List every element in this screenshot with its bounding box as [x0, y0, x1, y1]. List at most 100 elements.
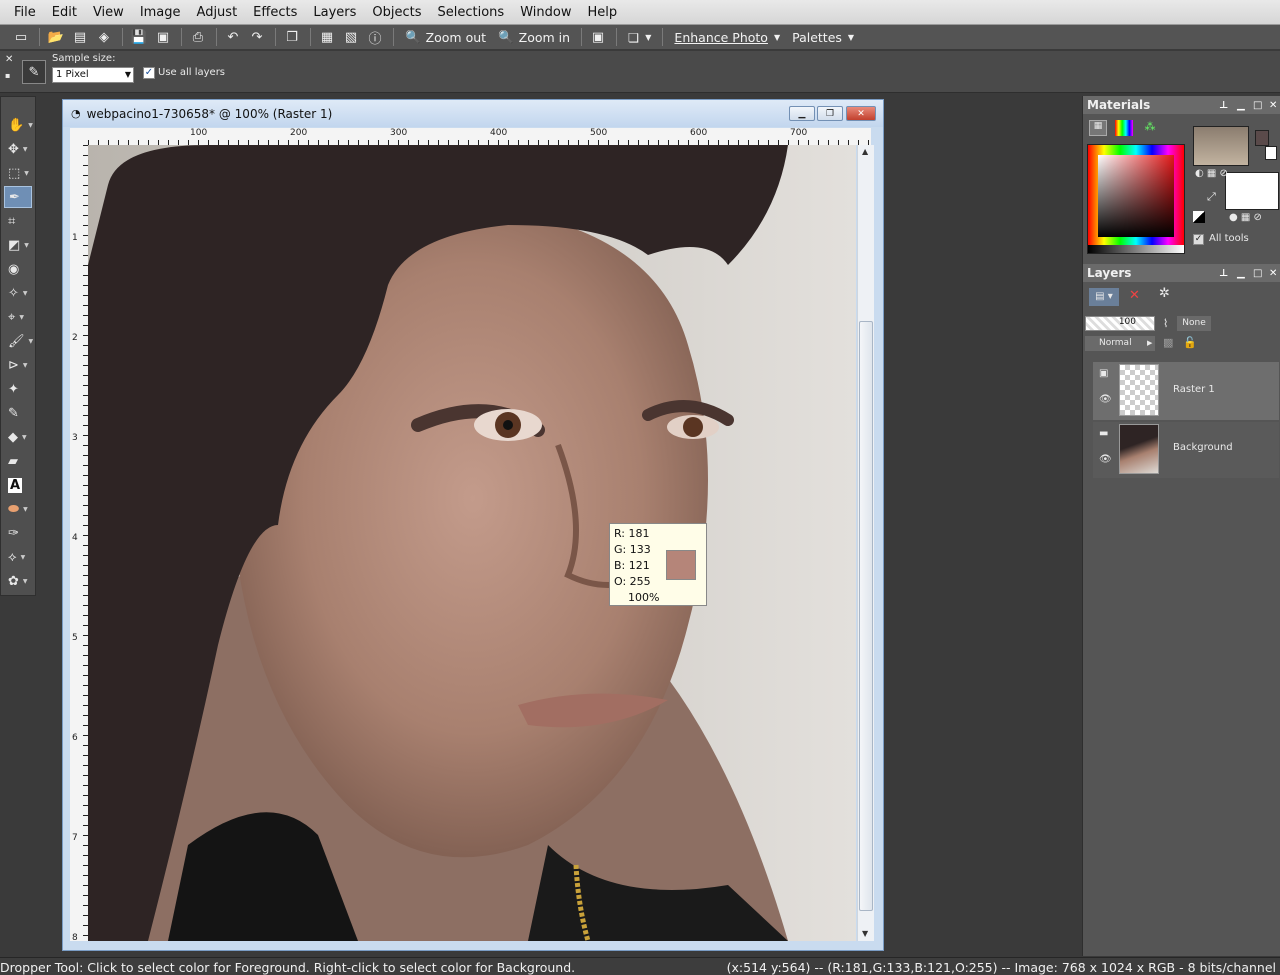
opacity-field[interactable]: 100	[1085, 316, 1155, 331]
scroll-down-icon[interactable]: ▼	[862, 929, 868, 938]
sample-size-select[interactable]: 1 Pixel ▼	[52, 67, 134, 83]
palettes-menu[interactable]: Palettes ▼	[786, 27, 860, 47]
makeover-tool[interactable]: ✧ ▼	[4, 282, 32, 304]
warp-tool[interactable]: ⟡ ▼	[4, 546, 32, 568]
dodge-tool[interactable]: ⊳ ▼	[4, 354, 32, 376]
bg-style-icon[interactable]: ● ▦ ⊘	[1229, 212, 1262, 223]
minimize-icon[interactable]: ▁	[1237, 100, 1245, 111]
menu-view[interactable]: View	[85, 5, 132, 20]
fg-style-icon[interactable]: ◐ ▦ ⊘	[1195, 168, 1228, 179]
menu-effects[interactable]: Effects	[245, 5, 305, 20]
pan-tool[interactable]: ✋ ▼	[4, 114, 33, 136]
menu-objects[interactable]: Objects	[364, 5, 429, 20]
fill-tool[interactable]: ◆ ▼	[4, 426, 32, 448]
image-canvas[interactable]: R: 181 G: 133 B: 121 O: 255 100%	[88, 145, 856, 941]
close-icon[interactable]: ✕	[1269, 100, 1277, 111]
all-tools-checkbox[interactable]: ✓	[1193, 234, 1204, 245]
mask-mode-select[interactable]: None	[1177, 316, 1211, 331]
menu-adjust[interactable]: Adjust	[189, 5, 246, 20]
menu-selections[interactable]: Selections	[430, 5, 513, 20]
restore-button[interactable]: ❐	[817, 106, 843, 121]
color-replacer-tool[interactable]: ✎	[4, 402, 32, 424]
selection-tool[interactable]: ⬚ ▼	[4, 162, 32, 184]
pin-icon[interactable]: ⊥	[1219, 268, 1228, 279]
menu-edit[interactable]: Edit	[44, 5, 85, 20]
redo-icon[interactable]: ↷	[246, 27, 268, 47]
picture-tube-tool[interactable]: ✿ ▼	[4, 570, 32, 592]
menu-image[interactable]: Image	[132, 5, 189, 20]
screen-capture-icon[interactable]: ▣	[587, 27, 609, 47]
use-all-layers-checkbox[interactable]: ✓	[143, 67, 155, 79]
undo-icon[interactable]: ↶	[222, 27, 244, 47]
layer-row[interactable]: ▣ 👁 Raster 1	[1093, 362, 1279, 420]
swap-colors-icon[interactable]: ⤢	[1207, 190, 1216, 204]
paint-brush-tool[interactable]: 🖌 ▼	[4, 330, 33, 352]
maximize-icon[interactable]: □	[1253, 100, 1262, 111]
options-pin-icon[interactable]: ▪	[5, 71, 10, 80]
pin-icon[interactable]: ⊥	[1219, 100, 1228, 111]
dropper-preset-icon[interactable]: ✎	[22, 60, 46, 84]
foreground-small-swatch[interactable]	[1255, 130, 1269, 146]
crop-tool[interactable]: ⌗	[4, 210, 32, 232]
menu-layers[interactable]: Layers	[305, 5, 364, 20]
menu-file[interactable]: File	[6, 5, 44, 20]
blend-mode-select[interactable]: Normal ▶	[1085, 336, 1155, 351]
minimize-icon[interactable]: ▁	[1237, 268, 1245, 279]
materials-tab-frame[interactable]: ▦	[1089, 120, 1107, 136]
dropper-tool[interactable]: ✒	[4, 186, 32, 208]
vertical-scrollbar[interactable]: ▲ ▼	[857, 145, 874, 941]
move-tool[interactable]: ✥ ▼	[4, 138, 32, 160]
save-as-icon[interactable]: ▣	[152, 27, 174, 47]
enhance-photo-menu[interactable]: Enhance Photo ▼	[668, 27, 786, 47]
shape-tool[interactable]: ⬬ ▼	[4, 498, 32, 520]
materials-titlebar[interactable]: Materials ⊥ ▁ □ ✕	[1083, 96, 1280, 114]
zoom-in-button[interactable]: 🔍 Zoom in	[492, 27, 576, 47]
maximize-icon[interactable]: □	[1253, 268, 1262, 279]
mask-brush-icon[interactable]: ⌇	[1163, 317, 1168, 330]
scroll-up-icon[interactable]: ▲	[862, 147, 868, 156]
new-layer-icon[interactable]: ▤ ▾	[1089, 288, 1119, 306]
options-close-icon[interactable]: ✕	[5, 54, 13, 65]
photo-icon[interactable]: ▦	[316, 27, 338, 47]
layer-row[interactable]: ▬ 👁 Background	[1093, 422, 1279, 478]
straighten-tool[interactable]: ◩ ▼	[4, 234, 32, 256]
print-icon[interactable]: ⎙	[187, 27, 209, 47]
pen-tool[interactable]: ✑	[4, 522, 32, 544]
lock-layer-icon[interactable]: 🔓	[1183, 336, 1197, 349]
materials-tab-rainbow[interactable]	[1115, 120, 1133, 136]
scan-icon[interactable]: ◈	[93, 27, 115, 47]
open-folder-icon[interactable]: 📂	[45, 27, 67, 47]
browse-icon[interactable]: ▤	[69, 27, 91, 47]
eraser-tool[interactable]: ▰	[4, 450, 32, 472]
minimize-button[interactable]: ▁	[789, 106, 815, 121]
background-small-swatch[interactable]	[1265, 146, 1277, 160]
color-picker-area[interactable]	[1087, 144, 1185, 254]
menu-help[interactable]: Help	[579, 5, 625, 20]
black-white-icon[interactable]	[1193, 211, 1205, 223]
layers-titlebar[interactable]: Layers ⊥ ▁ □ ✕	[1083, 264, 1280, 282]
close-icon[interactable]: ✕	[1269, 268, 1277, 279]
text-tool[interactable]: A	[4, 474, 32, 496]
close-button[interactable]: ✕	[846, 106, 876, 121]
visibility-eye-icon[interactable]: 👁	[1099, 394, 1112, 405]
visibility-eye-icon[interactable]: 👁	[1099, 454, 1112, 465]
document-titlebar[interactable]: ◔ webpacino1-730658* @ 100% (Raster 1) ▁…	[63, 100, 883, 127]
background-swatch[interactable]	[1225, 172, 1279, 210]
clone-tool[interactable]: ⌖ ▼	[4, 306, 32, 328]
copy-icon[interactable]: ❐	[281, 27, 303, 47]
grayscale-strip[interactable]	[1088, 245, 1184, 253]
menu-window[interactable]: Window	[512, 5, 579, 20]
new-file-icon[interactable]: ▭	[10, 27, 32, 47]
zoom-out-button[interactable]: 🔍 Zoom out	[399, 27, 492, 47]
materials-tab-swatches[interactable]: ⁂	[1141, 120, 1159, 136]
arrange-button[interactable]: ❏ ▼	[622, 27, 657, 47]
lock-transparency-icon[interactable]: ▩	[1163, 336, 1173, 349]
layer-properties-icon[interactable]: ✲	[1159, 286, 1170, 301]
save-icon[interactable]: 💾	[128, 27, 150, 47]
delete-layer-icon[interactable]: ✕	[1129, 288, 1140, 303]
color-picker-field[interactable]	[1098, 155, 1174, 237]
red-eye-tool[interactable]: ◉	[4, 258, 32, 280]
photo-edit-icon[interactable]: ▧	[340, 27, 362, 47]
lighten-tool[interactable]: ✦	[4, 378, 32, 400]
scrollbar-thumb[interactable]	[859, 321, 873, 911]
